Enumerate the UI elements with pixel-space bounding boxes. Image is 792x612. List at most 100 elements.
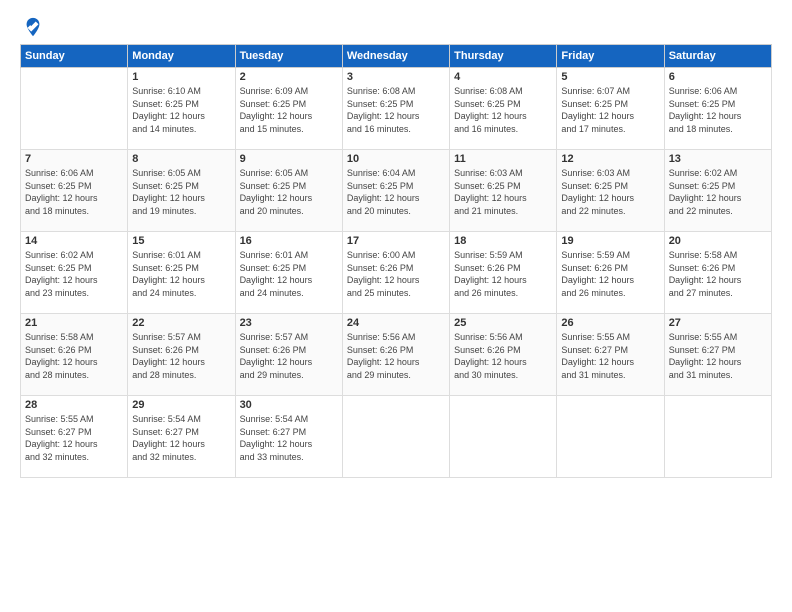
day-info: Sunrise: 5:55 AM Sunset: 6:27 PM Dayligh… — [25, 413, 123, 463]
day-number: 25 — [454, 317, 552, 329]
day-info: Sunrise: 6:03 AM Sunset: 6:25 PM Dayligh… — [454, 167, 552, 217]
calendar-cell: 25 Sunrise: 5:56 AM Sunset: 6:26 PM Dayli… — [450, 314, 557, 396]
calendar-cell: 2 Sunrise: 6:09 AM Sunset: 6:25 PM Daylig… — [235, 68, 342, 150]
calendar-cell: 7 Sunrise: 6:06 AM Sunset: 6:25 PM Daylig… — [21, 150, 128, 232]
calendar-cell: 28Sunrise: 5:55 AM Sunset: 6:27 PM Dayli… — [21, 396, 128, 478]
calendar-cell: 22Sunrise: 5:57 AM Sunset: 6:26 PM Dayli… — [128, 314, 235, 396]
calendar-cell: 19 Sunrise: 5:59 AM Sunset: 6:26 PM Dayli… — [557, 232, 664, 314]
day-info: Sunrise: 6:02 AM Sunset: 6:25 PM Dayligh… — [25, 249, 123, 299]
day-info: Sunrise: 5:58 AM Sunset: 6:26 PM Dayligh… — [669, 249, 767, 299]
day-number: 12 — [561, 153, 659, 165]
calendar-cell: 29Sunrise: 5:54 AM Sunset: 6:27 PM Dayli… — [128, 396, 235, 478]
day-info: Sunrise: 6:06 AM Sunset: 6:25 PM Dayligh… — [669, 85, 767, 135]
week-row-0: 1 Sunrise: 6:10 AM Sunset: 6:25 PM Daylig… — [21, 68, 772, 150]
day-number: 29 — [132, 399, 230, 411]
day-number: 13 — [669, 153, 767, 165]
header-day-tuesday: Tuesday — [235, 45, 342, 68]
week-row-2: 14 Sunrise: 6:02 AM Sunset: 6:25 PM Dayli… — [21, 232, 772, 314]
day-info: Sunrise: 6:08 AM Sunset: 6:25 PM Dayligh… — [454, 85, 552, 135]
day-info: Sunrise: 5:57 AM Sunset: 6:26 PM Dayligh… — [240, 331, 338, 381]
header-day-friday: Friday — [557, 45, 664, 68]
day-number: 5 — [561, 71, 659, 83]
week-row-3: 21 Sunrise: 5:58 AM Sunset: 6:26 PM Dayli… — [21, 314, 772, 396]
day-info: Sunrise: 6:00 AM Sunset: 6:26 PM Dayligh… — [347, 249, 445, 299]
day-number: 14 — [25, 235, 123, 247]
calendar-cell: 10 Sunrise: 6:04 AM Sunset: 6:25 PM Dayli… — [342, 150, 449, 232]
calendar-cell: 17 Sunrise: 6:00 AM Sunset: 6:26 PM Dayli… — [342, 232, 449, 314]
day-info: Sunrise: 6:10 AM Sunset: 6:25 PM Dayligh… — [132, 85, 230, 135]
day-number: 23 — [240, 317, 338, 329]
logo — [20, 16, 44, 38]
day-number: 15 — [132, 235, 230, 247]
calendar-cell: 13 Sunrise: 6:02 AM Sunset: 6:25 PM Dayli… — [664, 150, 771, 232]
day-number: 10 — [347, 153, 445, 165]
logo-icon — [22, 16, 44, 38]
calendar-cell: 18 Sunrise: 5:59 AM Sunset: 6:26 PM Dayli… — [450, 232, 557, 314]
day-info: Sunrise: 6:05 AM Sunset: 6:25 PM Dayligh… — [240, 167, 338, 217]
calendar-cell: 24Sunrise: 5:56 AM Sunset: 6:26 PM Dayli… — [342, 314, 449, 396]
calendar-cell: 1 Sunrise: 6:10 AM Sunset: 6:25 PM Daylig… — [128, 68, 235, 150]
week-row-1: 7 Sunrise: 6:06 AM Sunset: 6:25 PM Daylig… — [21, 150, 772, 232]
day-info: Sunrise: 6:03 AM Sunset: 6:25 PM Dayligh… — [561, 167, 659, 217]
calendar-cell: 4Sunrise: 6:08 AM Sunset: 6:25 PM Daylig… — [450, 68, 557, 150]
calendar-cell — [342, 396, 449, 478]
day-info: Sunrise: 5:56 AM Sunset: 6:26 PM Dayligh… — [454, 331, 552, 381]
day-info: Sunrise: 5:55 AM Sunset: 6:27 PM Dayligh… — [669, 331, 767, 381]
day-info: Sunrise: 6:05 AM Sunset: 6:25 PM Dayligh… — [132, 167, 230, 217]
calendar-cell: 27 Sunrise: 5:55 AM Sunset: 6:27 PM Dayli… — [664, 314, 771, 396]
calendar-cell: 15Sunrise: 6:01 AM Sunset: 6:25 PM Dayli… — [128, 232, 235, 314]
header-row: SundayMondayTuesdayWednesdayThursdayFrid… — [21, 45, 772, 68]
header-day-saturday: Saturday — [664, 45, 771, 68]
week-row-4: 28Sunrise: 5:55 AM Sunset: 6:27 PM Dayli… — [21, 396, 772, 478]
day-number: 18 — [454, 235, 552, 247]
calendar-cell: 23 Sunrise: 5:57 AM Sunset: 6:26 PM Dayli… — [235, 314, 342, 396]
day-number: 26 — [561, 317, 659, 329]
day-info: Sunrise: 5:55 AM Sunset: 6:27 PM Dayligh… — [561, 331, 659, 381]
calendar-header: SundayMondayTuesdayWednesdayThursdayFrid… — [21, 45, 772, 68]
day-info: Sunrise: 5:59 AM Sunset: 6:26 PM Dayligh… — [561, 249, 659, 299]
day-number: 24 — [347, 317, 445, 329]
day-number: 8 — [132, 153, 230, 165]
calendar-table: SundayMondayTuesdayWednesdayThursdayFrid… — [20, 44, 772, 478]
header-day-monday: Monday — [128, 45, 235, 68]
day-number: 7 — [25, 153, 123, 165]
day-number: 30 — [240, 399, 338, 411]
day-number: 9 — [240, 153, 338, 165]
day-info: Sunrise: 6:04 AM Sunset: 6:25 PM Dayligh… — [347, 167, 445, 217]
day-info: Sunrise: 6:09 AM Sunset: 6:25 PM Dayligh… — [240, 85, 338, 135]
day-info: Sunrise: 5:58 AM Sunset: 6:26 PM Dayligh… — [25, 331, 123, 381]
header — [20, 16, 772, 38]
day-number: 19 — [561, 235, 659, 247]
day-number: 17 — [347, 235, 445, 247]
day-number: 1 — [132, 71, 230, 83]
calendar-cell: 6Sunrise: 6:06 AM Sunset: 6:25 PM Daylig… — [664, 68, 771, 150]
calendar-cell — [557, 396, 664, 478]
day-number: 27 — [669, 317, 767, 329]
calendar-cell: 20Sunrise: 5:58 AM Sunset: 6:26 PM Dayli… — [664, 232, 771, 314]
day-info: Sunrise: 5:54 AM Sunset: 6:27 PM Dayligh… — [240, 413, 338, 463]
day-info: Sunrise: 6:07 AM Sunset: 6:25 PM Dayligh… — [561, 85, 659, 135]
header-day-thursday: Thursday — [450, 45, 557, 68]
day-info: Sunrise: 6:06 AM Sunset: 6:25 PM Dayligh… — [25, 167, 123, 217]
calendar-cell: 21 Sunrise: 5:58 AM Sunset: 6:26 PM Dayli… — [21, 314, 128, 396]
calendar-cell: 16Sunrise: 6:01 AM Sunset: 6:25 PM Dayli… — [235, 232, 342, 314]
calendar-cell — [450, 396, 557, 478]
calendar-cell: 8 Sunrise: 6:05 AM Sunset: 6:25 PM Daylig… — [128, 150, 235, 232]
calendar-cell: 14 Sunrise: 6:02 AM Sunset: 6:25 PM Dayli… — [21, 232, 128, 314]
calendar-body: 1 Sunrise: 6:10 AM Sunset: 6:25 PM Daylig… — [21, 68, 772, 478]
day-info: Sunrise: 5:57 AM Sunset: 6:26 PM Dayligh… — [132, 331, 230, 381]
day-number: 2 — [240, 71, 338, 83]
day-info: Sunrise: 5:59 AM Sunset: 6:26 PM Dayligh… — [454, 249, 552, 299]
day-number: 3 — [347, 71, 445, 83]
calendar-cell: 12 Sunrise: 6:03 AM Sunset: 6:25 PM Dayli… — [557, 150, 664, 232]
calendar-cell: 11Sunrise: 6:03 AM Sunset: 6:25 PM Dayli… — [450, 150, 557, 232]
calendar-cell — [664, 396, 771, 478]
day-info: Sunrise: 6:02 AM Sunset: 6:25 PM Dayligh… — [669, 167, 767, 217]
calendar-cell: 26 Sunrise: 5:55 AM Sunset: 6:27 PM Dayli… — [557, 314, 664, 396]
calendar-cell: 9 Sunrise: 6:05 AM Sunset: 6:25 PM Daylig… — [235, 150, 342, 232]
calendar-cell: 3 Sunrise: 6:08 AM Sunset: 6:25 PM Daylig… — [342, 68, 449, 150]
day-number: 21 — [25, 317, 123, 329]
day-info: Sunrise: 6:08 AM Sunset: 6:25 PM Dayligh… — [347, 85, 445, 135]
calendar-cell: 30 Sunrise: 5:54 AM Sunset: 6:27 PM Dayli… — [235, 396, 342, 478]
header-day-wednesday: Wednesday — [342, 45, 449, 68]
